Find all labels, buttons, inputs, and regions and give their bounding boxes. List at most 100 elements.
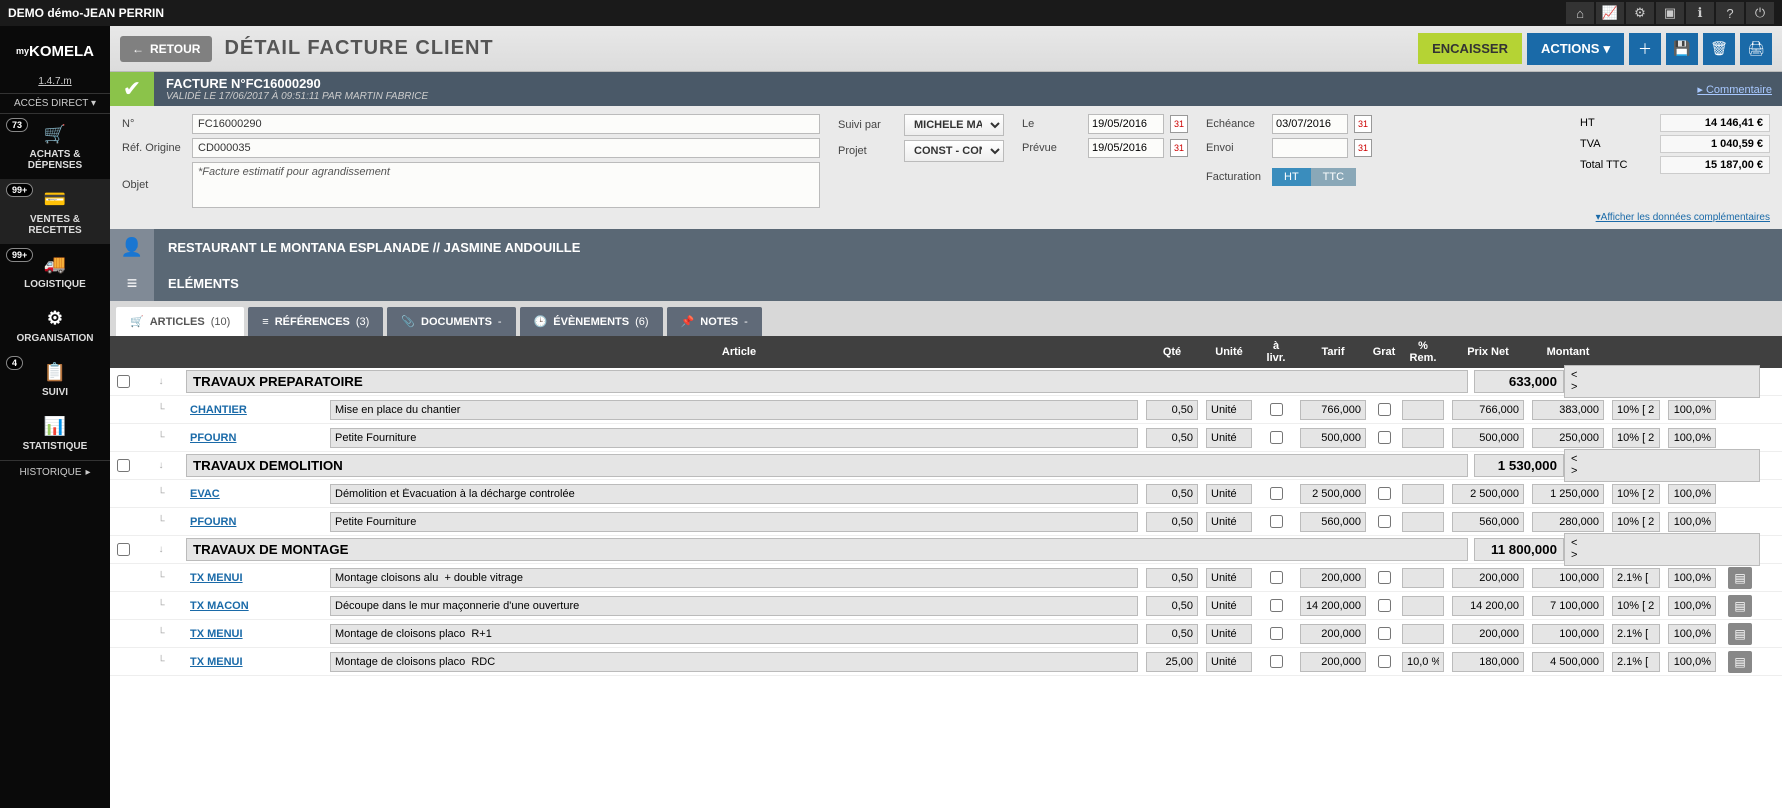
unit-select[interactable] <box>1206 652 1252 672</box>
rem-input[interactable] <box>1402 568 1444 588</box>
prix-net-input[interactable] <box>1452 652 1524 672</box>
article-code-link[interactable]: EVAC <box>190 488 220 500</box>
tab-notes[interactable]: 📌NOTES - <box>667 307 762 336</box>
calendar-icon[interactable]: 31 <box>1170 139 1188 157</box>
rem-input[interactable] <box>1402 624 1444 644</box>
gear-icon[interactable]: ⚙ <box>1626 2 1654 24</box>
sidebar-item-4[interactable]: 4📋SUIVI <box>0 352 110 406</box>
tva-select[interactable] <box>1612 484 1660 504</box>
alivr-checkbox[interactable] <box>1270 627 1283 640</box>
historic-menu[interactable]: HISTORIQUE▸ <box>0 460 110 484</box>
tva-select[interactable] <box>1612 568 1660 588</box>
print-option-select[interactable]: <> <box>1564 365 1760 398</box>
article-code-link[interactable]: PFOURN <box>190 516 236 528</box>
article-desc-input[interactable] <box>330 484 1138 504</box>
alivr-checkbox[interactable] <box>1270 571 1283 584</box>
sidebar-item-3[interactable]: ⚙ORGANISATION <box>0 298 110 352</box>
back-button[interactable]: ←RETOUR <box>120 36 212 62</box>
sidebar-item-1[interactable]: 99+💳VENTES & RECETTES <box>0 179 110 244</box>
home-icon[interactable]: ⌂ <box>1566 2 1594 24</box>
article-desc-input[interactable] <box>330 568 1138 588</box>
qte-input[interactable] <box>1146 428 1198 448</box>
grat-checkbox[interactable] <box>1378 515 1391 528</box>
save-button[interactable]: 💾 <box>1666 33 1698 65</box>
pct-input[interactable] <box>1668 428 1716 448</box>
direct-access-menu[interactable]: ACCÈS DIRECT ▾ <box>0 93 110 114</box>
group-title-input[interactable] <box>186 370 1468 393</box>
group-checkbox[interactable] <box>117 543 130 556</box>
unit-select[interactable] <box>1206 624 1252 644</box>
tarif-input[interactable] <box>1300 484 1366 504</box>
montant-input[interactable] <box>1532 512 1604 532</box>
article-code-link[interactable]: PFOURN <box>190 432 236 444</box>
note-icon[interactable]: ▤ <box>1728 567 1752 589</box>
calendar-icon[interactable]: 31 <box>1354 139 1372 157</box>
article-desc-input[interactable] <box>330 652 1138 672</box>
tarif-input[interactable] <box>1300 400 1366 420</box>
tva-select[interactable] <box>1612 624 1660 644</box>
pct-input[interactable] <box>1668 568 1716 588</box>
group-title-input[interactable] <box>186 538 1468 561</box>
tab-articles[interactable]: 🛒ARTICLES (10) <box>116 307 244 336</box>
pct-input[interactable] <box>1668 652 1716 672</box>
pct-input[interactable] <box>1668 596 1716 616</box>
version-label[interactable]: 1.4.7.m <box>38 76 71 87</box>
projet-select[interactable]: CONST - CONSTR <box>904 140 1004 162</box>
unit-select[interactable] <box>1206 512 1252 532</box>
qte-input[interactable] <box>1146 512 1198 532</box>
group-checkbox[interactable] <box>117 459 130 472</box>
rem-input[interactable] <box>1402 428 1444 448</box>
note-icon[interactable]: ▤ <box>1728 623 1752 645</box>
tva-select[interactable] <box>1612 596 1660 616</box>
add-button[interactable]: ＋ <box>1629 33 1661 65</box>
rem-input[interactable] <box>1402 512 1444 532</box>
calendar-icon[interactable]: 31 <box>1170 115 1188 133</box>
pct-input[interactable] <box>1668 400 1716 420</box>
ref-origin-input[interactable] <box>192 138 820 158</box>
article-code-link[interactable]: CHANTIER <box>190 404 247 416</box>
date-echeance-input[interactable] <box>1272 114 1348 134</box>
chart-icon[interactable]: 📈 <box>1596 2 1624 24</box>
pct-input[interactable] <box>1668 624 1716 644</box>
rem-input[interactable] <box>1402 652 1444 672</box>
sidebar-item-5[interactable]: 📊STATISTIQUE <box>0 406 110 460</box>
calendar-icon[interactable]: 31 <box>1354 115 1372 133</box>
unit-select[interactable] <box>1206 400 1252 420</box>
encaisser-button[interactable]: ENCAISSER <box>1418 33 1522 64</box>
invoice-no-input[interactable] <box>192 114 820 134</box>
grat-checkbox[interactable] <box>1378 487 1391 500</box>
prix-net-input[interactable] <box>1452 568 1524 588</box>
tab-documents[interactable]: 📎DOCUMENTS - <box>387 307 515 336</box>
show-complementary-link[interactable]: ▾Afficher les données complémentaires <box>110 210 1782 229</box>
qte-input[interactable] <box>1146 652 1198 672</box>
tarif-input[interactable] <box>1300 624 1366 644</box>
grat-checkbox[interactable] <box>1378 627 1391 640</box>
logo[interactable]: myKOMELA <box>0 26 110 76</box>
qte-input[interactable] <box>1146 568 1198 588</box>
print-button[interactable]: 🖨 <box>1740 33 1772 65</box>
article-desc-input[interactable] <box>330 512 1138 532</box>
grat-checkbox[interactable] <box>1378 403 1391 416</box>
note-icon[interactable]: ▤ <box>1728 651 1752 673</box>
article-code-link[interactable]: TX MENUI <box>190 628 243 640</box>
article-code-link[interactable]: TX MACON <box>190 600 249 612</box>
info-icon[interactable]: ℹ <box>1686 2 1714 24</box>
pct-input[interactable] <box>1668 484 1716 504</box>
qte-input[interactable] <box>1146 624 1198 644</box>
actions-button[interactable]: ACTIONS▾ <box>1527 33 1624 65</box>
tarif-input[interactable] <box>1300 596 1366 616</box>
date-le-input[interactable] <box>1088 114 1164 134</box>
grat-checkbox[interactable] <box>1378 655 1391 668</box>
tva-select[interactable] <box>1612 428 1660 448</box>
sidebar-item-2[interactable]: 99+🚚LOGISTIQUE <box>0 244 110 298</box>
date-envoi-input[interactable] <box>1272 138 1348 158</box>
help-icon[interactable]: ? <box>1716 2 1744 24</box>
date-prevue-input[interactable] <box>1088 138 1164 158</box>
objet-textarea[interactable] <box>192 162 820 208</box>
tab-références[interactable]: ≡RÉFÉRENCES (3) <box>248 307 383 336</box>
tarif-input[interactable] <box>1300 512 1366 532</box>
tva-select[interactable] <box>1612 512 1660 532</box>
tarif-input[interactable] <box>1300 652 1366 672</box>
pct-input[interactable] <box>1668 512 1716 532</box>
print-option-select[interactable]: <> <box>1564 449 1760 482</box>
